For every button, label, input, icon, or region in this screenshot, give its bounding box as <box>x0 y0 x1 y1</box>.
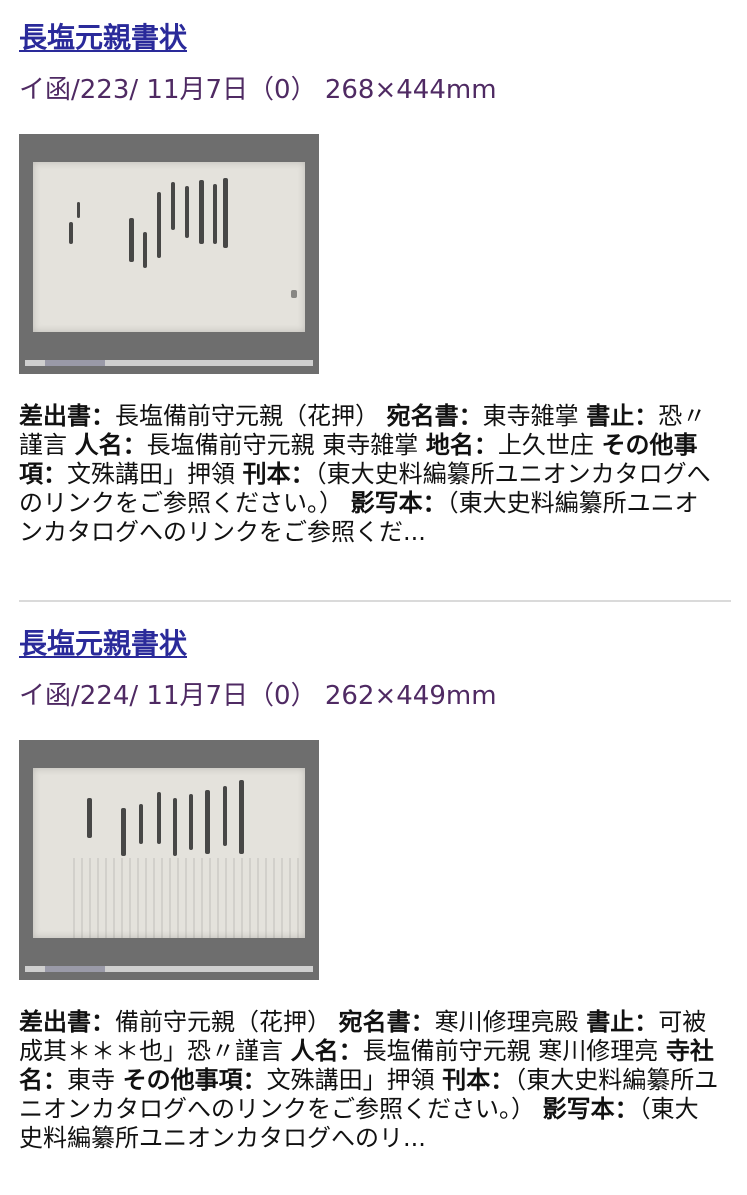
field-value: 文殊講田」押領 <box>266 1066 443 1094</box>
field-value: 備前守元親（花押） <box>115 1008 339 1036</box>
field-label: 影写本： <box>542 1095 639 1123</box>
document-thumbnail[interactable] <box>19 740 319 980</box>
document-thumbnail[interactable] <box>19 134 319 374</box>
field-value: 文殊講田」押領 <box>67 460 243 488</box>
scale-bar <box>25 360 313 366</box>
field-label: 地名： <box>425 431 498 459</box>
document-paper-image <box>33 768 305 938</box>
field-value: 長塩備前守元親（花押） <box>115 402 387 430</box>
field-label: 宛名書： <box>386 402 483 430</box>
field-label: 宛名書： <box>338 1008 435 1036</box>
field-value: 東寺 <box>67 1066 123 1094</box>
field-label: 人名： <box>74 431 147 459</box>
document-meta: イ函/223/ 11月7日（0） 268×444mm <box>19 75 497 105</box>
field-value: 東寺雑掌 <box>482 402 587 430</box>
field-label: 影写本： <box>350 489 447 517</box>
document-meta: イ函/224/ 11月7日（0） 262×449mm <box>19 681 497 711</box>
field-value: 寒川修理亮殿 <box>434 1008 587 1036</box>
field-label: その他事項： <box>122 1066 267 1094</box>
document-title-link[interactable]: 長塩元親書状 <box>19 18 187 58</box>
document-details: 差出書：長塩備前守元親（花押） 宛名書：東寺雑掌 書止：恐〃謹言 人名：長塩備前… <box>19 402 719 547</box>
scale-bar <box>25 966 313 972</box>
divider <box>19 600 731 602</box>
field-label: 差出書： <box>19 402 115 430</box>
document-title-link[interactable]: 長塩元親書状 <box>19 624 187 664</box>
document-details: 差出書：備前守元親（花押） 宛名書：寒川修理亮殿 書止：可被成其＊＊＊也」恐〃謹… <box>19 1008 719 1153</box>
field-value: 長塩備前守元親 寒川修理亮 <box>362 1037 666 1065</box>
field-value: 長塩備前守元親 東寺雑掌 <box>146 431 426 459</box>
field-label: 人名： <box>290 1037 363 1065</box>
field-label: 刊本： <box>242 460 315 488</box>
field-label: 差出書： <box>19 1008 115 1036</box>
field-label: 刊本： <box>442 1066 515 1094</box>
field-label: 書止： <box>586 402 659 430</box>
document-paper-image <box>33 162 305 332</box>
field-label: 書止： <box>586 1008 659 1036</box>
field-value: 上久世庄 <box>497 431 602 459</box>
